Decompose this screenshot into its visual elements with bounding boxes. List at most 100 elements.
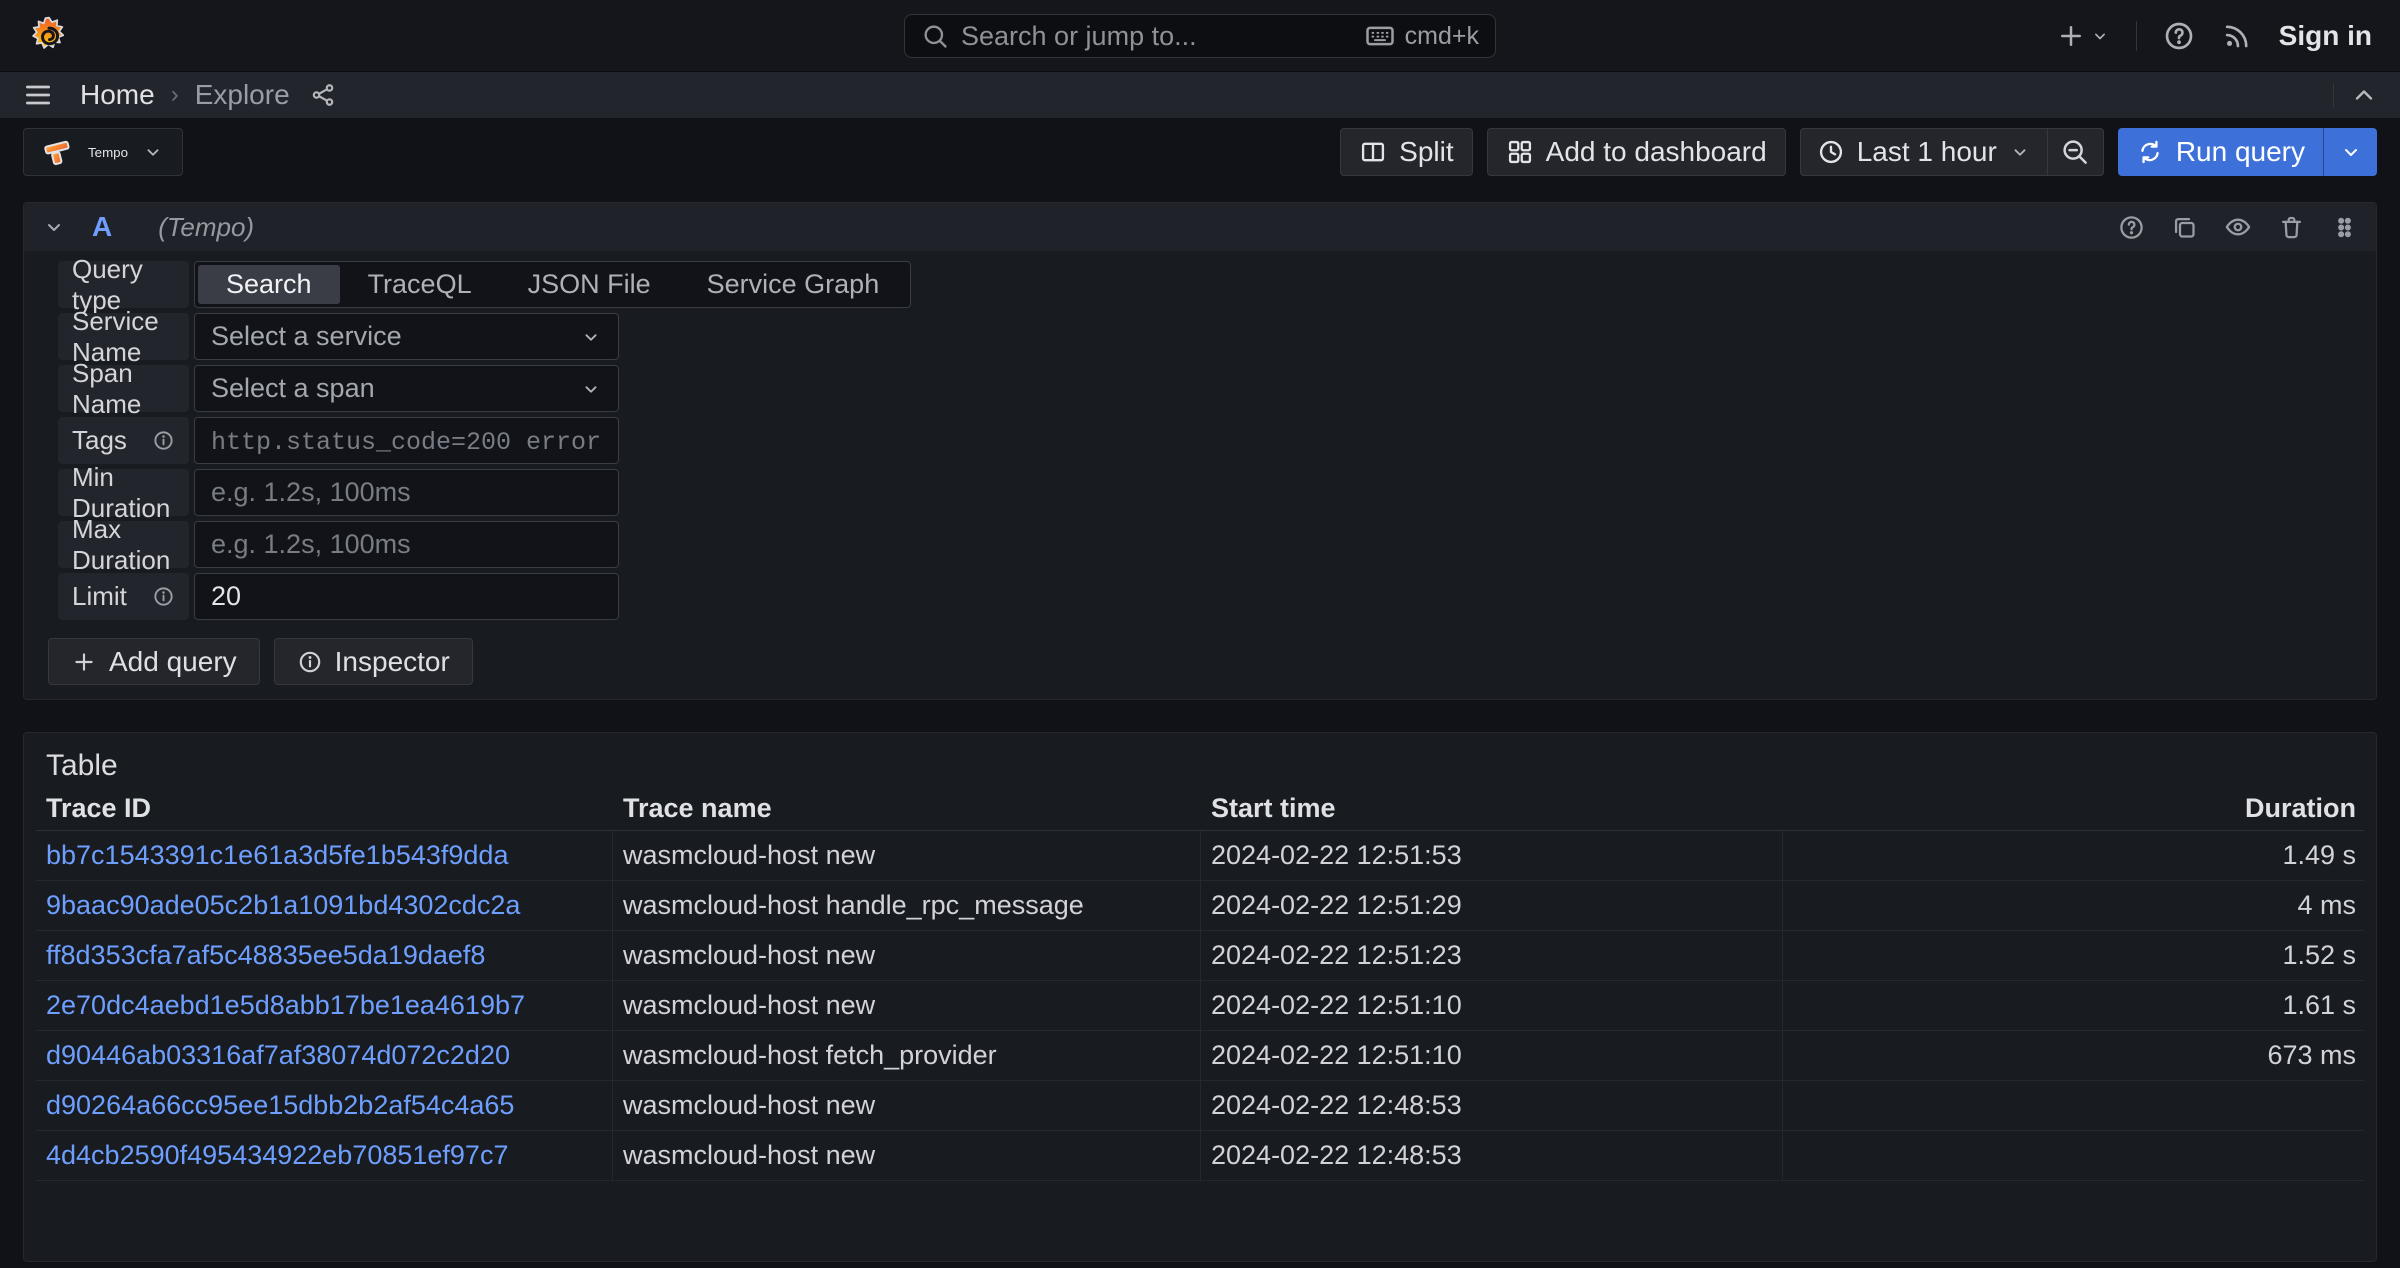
- delete-query-trash-icon[interactable]: [2278, 214, 2305, 241]
- sign-in-button[interactable]: Sign in: [2279, 20, 2372, 52]
- column-header-duration[interactable]: Duration: [1783, 793, 2364, 824]
- run-query-dropdown-button[interactable]: [2323, 128, 2377, 176]
- run-query-button[interactable]: Run query: [2118, 128, 2323, 176]
- subnav-divider: [2333, 83, 2334, 107]
- query-ref-id[interactable]: A: [92, 211, 112, 243]
- menu-toggle-icon[interactable]: [22, 79, 54, 111]
- table-body: bb7c1543391c1e61a3d5fe1b543f9dda wasmclo…: [36, 831, 2364, 1181]
- global-search-input[interactable]: Search or jump to... cmd+k: [904, 14, 1496, 58]
- help-icon[interactable]: [2163, 20, 2195, 52]
- table-row: d90264a66cc95ee15dbb2b2af54c4a65 wasmclo…: [36, 1081, 2364, 1131]
- table-row: 4d4cb2590f495434922eb70851ef97c7 wasmclo…: [36, 1131, 2364, 1181]
- add-to-dashboard-button[interactable]: Add to dashboard: [1487, 128, 1786, 176]
- split-button[interactable]: Split: [1340, 128, 1472, 176]
- min-duration-row: Min Duration: [58, 469, 2364, 516]
- query-type-option-search[interactable]: Search: [198, 265, 340, 304]
- column-header-trace-id[interactable]: Trace ID: [36, 793, 613, 824]
- duration-cell: 1.49 s: [1783, 831, 2364, 880]
- duration-cell: 1.52 s: [1783, 931, 2364, 980]
- query-type-option-service-graph[interactable]: Service Graph: [679, 265, 908, 304]
- plus-icon: [71, 649, 97, 675]
- breadcrumb-explore[interactable]: Explore: [195, 79, 290, 111]
- chevron-down-icon: [2090, 26, 2110, 46]
- table-row: 2e70dc4aebd1e5d8abb17be1ea4619b7 wasmclo…: [36, 981, 2364, 1031]
- query-type-option-traceql[interactable]: TraceQL: [340, 265, 500, 304]
- breadcrumb-separator: ›: [171, 81, 179, 109]
- query-help-icon[interactable]: [2118, 214, 2145, 241]
- duplicate-query-icon[interactable]: [2171, 214, 2198, 241]
- info-icon[interactable]: [152, 429, 175, 452]
- table-row: ff8d353cfa7af5c48835ee5da19daef8 wasmclo…: [36, 931, 2364, 981]
- trace-id-link[interactable]: 9baac90ade05c2b1a1091bd4302cdc2a: [46, 890, 520, 921]
- trace-id-link[interactable]: d90446ab03316af7af38074d072c2d20: [46, 1040, 510, 1071]
- limit-input[interactable]: [194, 573, 619, 620]
- zoom-out-icon: [2060, 137, 2090, 167]
- add-query-button[interactable]: Add query: [48, 638, 260, 685]
- span-name-select[interactable]: Select a span: [194, 365, 619, 412]
- collapse-query-icon[interactable]: [42, 215, 66, 239]
- time-range-picker[interactable]: Last 1 hour: [1801, 129, 2047, 175]
- max-duration-label: Max Duration: [58, 521, 189, 568]
- breadcrumb: Home › Explore: [80, 79, 336, 111]
- run-query-group: Run query: [2118, 128, 2377, 176]
- breadcrumb-home[interactable]: Home: [80, 79, 155, 111]
- search-shortcut-label: cmd+k: [1405, 22, 1479, 51]
- duration-cell: 673 ms: [1783, 1031, 2364, 1080]
- max-duration-input[interactable]: [194, 521, 619, 568]
- trace-id-link[interactable]: d90264a66cc95ee15dbb2b2af54c4a65: [46, 1090, 514, 1121]
- duration-cell: 1.61 s: [1783, 981, 2364, 1030]
- trace-id-link[interactable]: ff8d353cfa7af5c48835ee5da19daef8: [46, 940, 485, 971]
- min-duration-input[interactable]: [194, 469, 619, 516]
- column-header-start-time[interactable]: Start time: [1201, 793, 1783, 824]
- start-time-cell: 2024-02-22 12:48:53: [1201, 1131, 1783, 1180]
- news-rss-icon[interactable]: [2221, 20, 2253, 52]
- trace-id-link[interactable]: bb7c1543391c1e61a3d5fe1b543f9dda: [46, 840, 508, 871]
- trace-id-link[interactable]: 2e70dc4aebd1e5d8abb17be1ea4619b7: [46, 990, 525, 1021]
- duration-cell: [1783, 1081, 2364, 1130]
- trace-name-cell: wasmcloud-host new: [613, 1081, 1201, 1130]
- chevron-up-icon[interactable]: [2350, 81, 2378, 109]
- search-placeholder: Search or jump to...: [961, 21, 1353, 52]
- add-to-dashboard-label: Add to dashboard: [1546, 136, 1767, 168]
- grafana-logo-icon[interactable]: [28, 15, 70, 57]
- service-name-placeholder: Select a service: [211, 321, 402, 352]
- duration-cell: [1783, 1131, 2364, 1180]
- service-name-select[interactable]: Select a service: [194, 313, 619, 360]
- new-menu-button[interactable]: [2056, 21, 2110, 51]
- chevron-down-icon: [580, 378, 602, 400]
- query-type-option-json-file[interactable]: JSON File: [500, 265, 679, 304]
- explore-toolbar: Tempo Split Add to dashboard: [23, 128, 2377, 176]
- inspector-button[interactable]: Inspector: [274, 638, 473, 685]
- topnav-divider: [2136, 21, 2137, 51]
- inspector-label: Inspector: [335, 646, 450, 678]
- drag-handle-icon[interactable]: [2331, 214, 2358, 241]
- keyboard-icon: [1365, 21, 1395, 51]
- query-type-row: Query type Search TraceQL JSON File Serv…: [58, 261, 2364, 308]
- span-name-row: Span Name Select a span: [58, 365, 2364, 412]
- chevron-down-icon: [2339, 140, 2363, 164]
- tags-row: Tags: [58, 417, 2364, 464]
- start-time-cell: 2024-02-22 12:51:53: [1201, 831, 1783, 880]
- query-editor-panel: A (Tempo): [23, 202, 2377, 700]
- plus-icon: [2056, 21, 2086, 51]
- results-table-panel: Table Trace ID Trace name Start time Dur…: [23, 732, 2377, 1262]
- datasource-picker[interactable]: Tempo: [23, 128, 183, 176]
- refresh-icon: [2136, 138, 2164, 166]
- trace-name-cell: wasmcloud-host new: [613, 981, 1201, 1030]
- disable-query-eye-icon[interactable]: [2224, 213, 2252, 241]
- share-icon[interactable]: [310, 82, 336, 108]
- run-query-label: Run query: [2176, 136, 2305, 168]
- column-header-trace-name[interactable]: Trace name: [613, 793, 1201, 824]
- start-time-cell: 2024-02-22 12:51:10: [1201, 1031, 1783, 1080]
- search-icon: [921, 22, 949, 50]
- tags-input[interactable]: [194, 417, 619, 464]
- duration-cell: 4 ms: [1783, 881, 2364, 930]
- info-icon[interactable]: [152, 585, 175, 608]
- search-shortcut: cmd+k: [1365, 21, 1479, 51]
- query-datasource-hint: (Tempo): [158, 212, 254, 243]
- start-time-cell: 2024-02-22 12:51:29: [1201, 881, 1783, 930]
- trace-id-link[interactable]: 4d4cb2590f495434922eb70851ef97c7: [46, 1140, 508, 1171]
- table-row: bb7c1543391c1e61a3d5fe1b543f9dda wasmclo…: [36, 831, 2364, 881]
- zoom-out-time-button[interactable]: [2047, 129, 2103, 175]
- start-time-cell: 2024-02-22 12:51:23: [1201, 931, 1783, 980]
